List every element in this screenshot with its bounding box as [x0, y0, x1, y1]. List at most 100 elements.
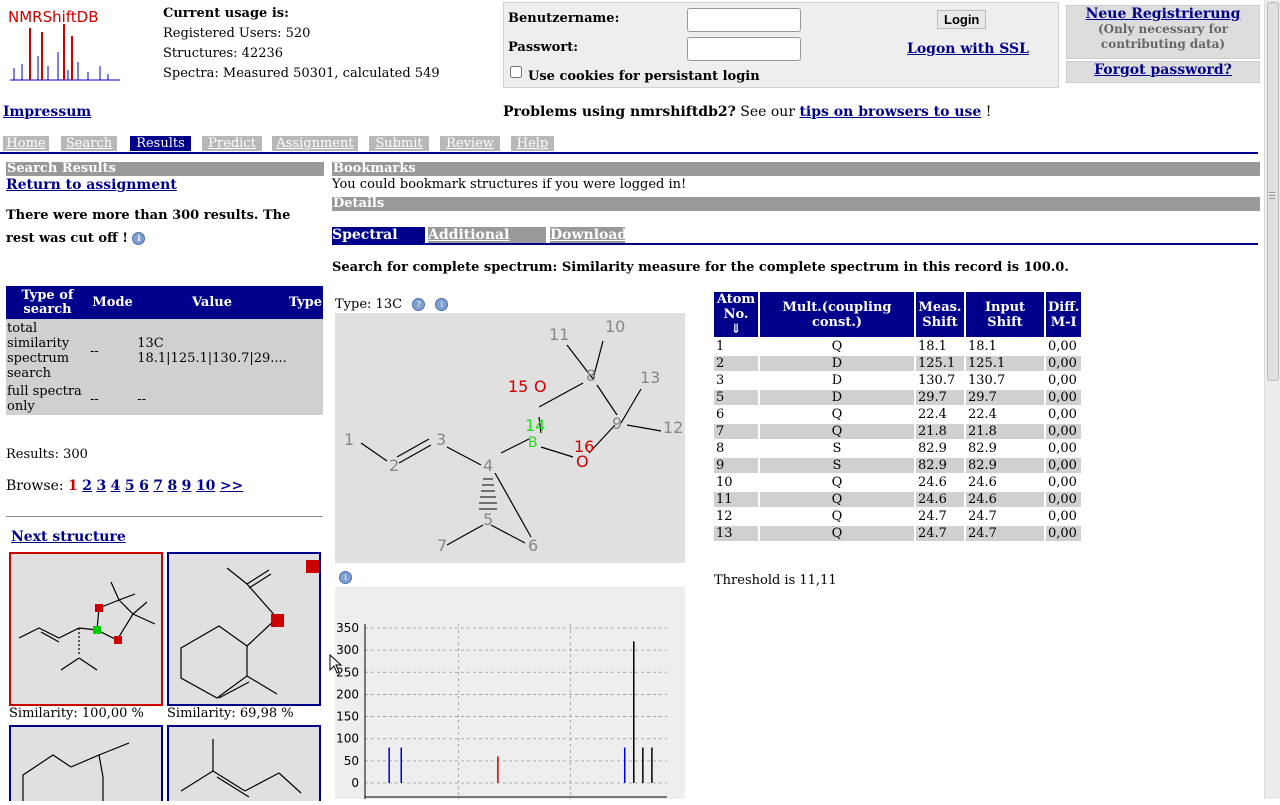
username-input[interactable] [687, 8, 801, 32]
divider [6, 516, 323, 517]
tab-submit[interactable]: Submit [369, 136, 429, 151]
col-input-shift: Input Shift [966, 292, 1044, 337]
molecule-viewer[interactable]: 1 2 3 4 5 6 7 8 9 10 11 12 13 14 B 15 O … [335, 313, 685, 563]
page-link[interactable]: 6 [139, 478, 149, 494]
table-row: 1 Q 18.1 18.1 0,00 [714, 339, 1081, 354]
col-multiplicity: Mult.(coupling const.) [760, 292, 914, 337]
bookmarks-text: You could bookmark structures if you wer… [332, 177, 687, 192]
page-link[interactable]: 2 [82, 478, 92, 494]
table-row: 11 Q 24.6 24.6 0,00 [714, 492, 1082, 507]
table-row: 9 S 82.9 82.9 0,00 [714, 458, 1082, 473]
info-icon[interactable]: ? [412, 298, 426, 311]
browser-tips: Problems using nmrshiftdb2? See our tips… [503, 104, 992, 120]
tab-additional-data[interactable]: Additional Data [428, 227, 546, 260]
page-next-link[interactable]: >> [220, 478, 243, 494]
tab-spectral-data[interactable]: Spectral Data [332, 227, 425, 260]
atom-label: 4 [483, 456, 493, 475]
shift-table: Atom No. ⇓ Mult.(coupling const.) Meas. … [712, 290, 1083, 543]
table-cell: Q [760, 526, 914, 541]
table-cell: 9 [714, 458, 758, 473]
structure-card-1[interactable] [9, 552, 163, 706]
cursor-icon [329, 654, 343, 674]
atom-label: 10 [605, 317, 625, 336]
register-link[interactable]: Neue Registrierung [1086, 6, 1241, 22]
atom-label: 3 [436, 430, 446, 449]
tab-help[interactable]: Help [511, 136, 554, 151]
page-link[interactable]: 4 [111, 478, 121, 494]
info-icon[interactable]: i [132, 232, 146, 245]
table-cell: 0,00 [1046, 526, 1082, 541]
structure-card-2[interactable] [167, 552, 321, 706]
browser-tips-link[interactable]: tips on browsers to use [799, 104, 981, 120]
cookie-label: Use cookies for persistant login [528, 69, 760, 84]
table-cell: 24.6 [916, 492, 964, 507]
vertical-scrollbar[interactable] [1264, 0, 1280, 799]
atom-label: 2 [389, 456, 399, 475]
table-cell: Q [760, 492, 914, 507]
table-cell: 0,00 [1048, 373, 1077, 388]
spectrum-chart[interactable]: 350 300 250 200 150 100 50 0 [335, 587, 685, 799]
page-link[interactable]: 3 [96, 478, 106, 494]
oxygen-atom: O [576, 452, 589, 471]
table-cell: 13 [714, 526, 758, 541]
search-results-header: Search Results [6, 162, 324, 176]
structures-count: Structures: 42236 [163, 46, 284, 61]
table-cell: 22.4 [918, 407, 947, 422]
spectra-count: Spectra: Measured 50301, calculated 549 [163, 66, 440, 81]
tab-home[interactable]: Home [3, 136, 49, 151]
impressum-link[interactable]: Impressum [3, 104, 91, 120]
tab-predict[interactable]: Predict [202, 136, 262, 151]
page-link[interactable]: 8 [167, 478, 177, 494]
page-link[interactable]: 10 [196, 478, 215, 494]
y-tick-label: 150 [336, 710, 359, 724]
atom-label: 6 [528, 536, 538, 555]
structure-image [180, 739, 302, 798]
tab-results[interactable]: Results [130, 136, 191, 151]
structure-image [22, 742, 130, 801]
page-link[interactable]: 9 [182, 478, 192, 494]
usage-title: Current usage is: [163, 6, 289, 21]
table-row: 2 D 125.1 125.1 0,00 [714, 356, 1082, 371]
page-link[interactable]: 7 [153, 478, 163, 494]
structure-card-4[interactable] [167, 725, 321, 801]
logo[interactable]: NMRShiftDB [8, 6, 124, 82]
pagination: Browse: 1 2 3 4 5 6 7 8 9 10 >> [6, 478, 244, 494]
table-cell: 24.6 [966, 492, 1044, 507]
table-row: full spectra only -- -- [6, 383, 323, 415]
tab-search[interactable]: Search [61, 136, 117, 151]
password-input[interactable] [687, 37, 801, 61]
table-cell: D [760, 356, 914, 371]
info-icon[interactable]: i [339, 571, 352, 584]
tab-review[interactable]: Review [440, 136, 500, 151]
table-cell: 130.7 [918, 373, 956, 388]
table-cell: 0,00 [1048, 339, 1077, 354]
col-diff: Diff. M-I [1046, 292, 1082, 337]
cookie-checkbox[interactable] [510, 66, 522, 78]
return-to-assignment-link[interactable]: Return to assignment [6, 177, 177, 193]
table-cell: 125.1 [966, 356, 1044, 371]
table-cell: 5 [714, 390, 758, 405]
tab-download[interactable]: Download [550, 227, 627, 243]
next-structure-link[interactable]: Next structure [11, 529, 126, 545]
table-cell: 82.9 [916, 458, 964, 473]
structure-card-3[interactable] [9, 725, 163, 801]
oxygen-atom: O [534, 377, 547, 396]
forgot-password-link[interactable]: Forgot password? [1094, 62, 1232, 78]
info-icon[interactable]: i [435, 298, 449, 311]
col-atom-no[interactable]: Atom No. ⇓ [714, 292, 758, 337]
table-row: 5 D 29.7 29.7 0,00 [714, 390, 1082, 405]
table-cell: 24.6 [968, 475, 997, 490]
col-type-of-search: Type of search [6, 286, 89, 319]
table-cell: 21.8 [966, 424, 1044, 439]
table-cell: 18.1 [918, 339, 947, 354]
ssl-login-link[interactable]: Logon with SSL [907, 41, 1029, 57]
login-button[interactable]: Login [937, 10, 987, 29]
tab-assignment[interactable]: Assignment [272, 136, 358, 151]
table-cell: Q [760, 424, 914, 439]
table-cell: 0,00 [1048, 509, 1077, 524]
table-cell: 22.4 [968, 407, 997, 422]
table-cell: 10 [716, 475, 733, 490]
page-link[interactable]: 5 [125, 478, 135, 494]
table-row: 3 D 130.7 130.7 0,00 [714, 373, 1081, 388]
search-params-table: Type of search Mode Value Type total sim… [6, 286, 323, 415]
